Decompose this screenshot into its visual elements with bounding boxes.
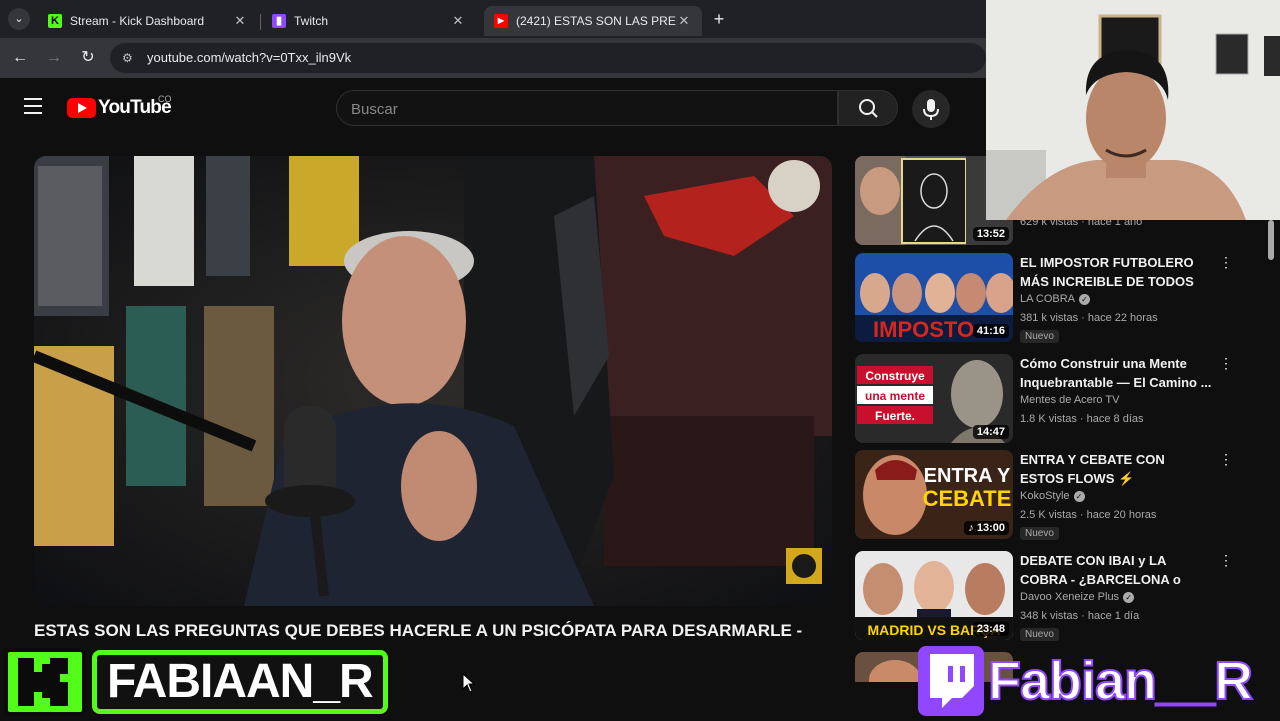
more-options-icon[interactable]: ⋮ bbox=[1219, 553, 1233, 567]
duration-badge: 14:47 bbox=[972, 425, 1009, 439]
video-frame bbox=[34, 156, 832, 606]
voice-search-button[interactable] bbox=[912, 90, 950, 128]
more-options-icon[interactable]: ⋮ bbox=[1219, 255, 1233, 269]
youtube-header: YouTube CO bbox=[0, 78, 986, 138]
country-code: CO bbox=[158, 94, 172, 104]
thumbnail-text: Construye bbox=[865, 369, 925, 383]
view-count: 348 k vistas · hace 1 día bbox=[1020, 610, 1140, 622]
thumbnail-text: IMPOSTO bbox=[873, 317, 974, 342]
browser-toolbar: ← → ↻ ⚙ youtube.com/watch?v=0Txx_iln9Vk bbox=[0, 38, 986, 78]
tab-twitch[interactable]: ▮ Twitch ✕ bbox=[262, 6, 476, 36]
recommendation-thumbnail[interactable]: IMPOSTO 41:16 bbox=[855, 253, 1013, 342]
tab-title: Stream - Kick Dashboard bbox=[70, 14, 205, 28]
kick-logo-icon bbox=[4, 648, 86, 716]
recommendation-thumbnail[interactable]: MADRID VS BARÇA 23:48 bbox=[855, 551, 1013, 640]
video-player[interactable] bbox=[34, 156, 832, 606]
microphone-icon bbox=[923, 99, 939, 120]
channel-name-text: KokoStyle bbox=[1020, 490, 1070, 502]
kick-username: FABIAAN_R bbox=[92, 650, 388, 714]
thumbnail-text: una mente bbox=[865, 389, 925, 403]
video-title: ESTAS SON LAS PREGUNTAS QUE DEBES HACERL… bbox=[34, 621, 803, 640]
kick-overlay: FABIAAN_R bbox=[0, 646, 388, 720]
webcam-image bbox=[986, 0, 1280, 220]
twitch-overlay: Fabian__R bbox=[914, 644, 1280, 720]
recommendation-item[interactable]: Construye una mente Fuerte. 14:47 Cómo C… bbox=[855, 354, 1275, 446]
tab-title: (2421) ESTAS SON LAS PREGUN bbox=[516, 14, 676, 28]
youtube-icon: ▶ bbox=[494, 14, 508, 28]
tab-separator bbox=[260, 14, 261, 30]
address-bar[interactable]: ⚙ youtube.com/watch?v=0Txx_iln9Vk bbox=[110, 43, 986, 73]
webcam-feed bbox=[986, 0, 1280, 220]
duration-badge: 41:16 bbox=[972, 324, 1009, 338]
tab-search-icon[interactable]: ⌄ bbox=[8, 8, 30, 30]
site-info-icon[interactable]: ⚙ bbox=[122, 50, 138, 66]
new-badge: Nuevo bbox=[1020, 527, 1059, 540]
channel-name[interactable]: Mentes de Acero TV bbox=[1020, 394, 1119, 406]
search-box bbox=[336, 90, 838, 126]
tab-youtube-video[interactable]: ▶ (2421) ESTAS SON LAS PREGUN ✕ bbox=[484, 6, 702, 36]
mouse-cursor-icon bbox=[462, 673, 476, 693]
recommendation-item[interactable]: IMPOSTO 41:16 EL IMPOSTOR FUTBOLERO MÁS … bbox=[855, 253, 1275, 345]
thumbnail-text: CEBATE bbox=[923, 486, 1012, 511]
more-options-icon[interactable]: ⋮ bbox=[1219, 356, 1233, 370]
more-options-icon[interactable]: ⋮ bbox=[1219, 452, 1233, 466]
twitch-glitch-icon bbox=[930, 654, 974, 708]
channel-name-text: LA COBRA bbox=[1020, 293, 1076, 305]
channel-name[interactable]: LA COBRA ✓ bbox=[1020, 293, 1091, 305]
twitch-icon: ▮ bbox=[272, 14, 286, 28]
thumbnail-text: Fuerte. bbox=[875, 409, 915, 423]
verified-icon: ✓ bbox=[1073, 490, 1085, 502]
view-count: 381 k vistas · hace 22 horas bbox=[1020, 312, 1158, 324]
tab-kick-dashboard[interactable]: K Stream - Kick Dashboard ✕ bbox=[38, 6, 258, 36]
close-icon[interactable]: ✕ bbox=[676, 13, 692, 29]
recommendation-thumbnail[interactable]: Construye una mente Fuerte. 14:47 bbox=[855, 354, 1013, 443]
duration-badge: 13:52 bbox=[972, 227, 1009, 241]
kick-icon: K bbox=[48, 14, 62, 28]
recommendation-title[interactable]: ENTRA Y CEBATE CON ESTOS FLOWS ⚡ bbox=[1020, 450, 1212, 488]
view-count: 1.8 K vistas · hace 8 días bbox=[1020, 413, 1144, 425]
recommendation-title[interactable]: Cómo Construir una Mente Inquebrantable … bbox=[1020, 354, 1212, 392]
channel-name[interactable]: Davoo Xeneize Plus ✓ bbox=[1020, 591, 1135, 603]
duration-badge: 23:48 bbox=[972, 622, 1009, 636]
recommendation-item[interactable]: MADRID VS BARÇA 23:48 DEBATE CON IBAI y … bbox=[855, 551, 1275, 643]
search-button[interactable] bbox=[838, 90, 898, 126]
address-url: youtube.com/watch?v=0Txx_iln9Vk bbox=[147, 50, 352, 65]
view-count: 2.5 K vistas · hace 20 horas bbox=[1020, 509, 1157, 521]
menu-icon[interactable] bbox=[24, 98, 42, 114]
kick-k-icon bbox=[18, 658, 68, 706]
sidebar-scrollbar[interactable] bbox=[1268, 220, 1274, 260]
verified-icon: ✓ bbox=[1123, 591, 1135, 603]
tab-title: Twitch bbox=[294, 14, 329, 28]
verified-icon: ✓ bbox=[1079, 293, 1091, 305]
browser-tab-bar: ⌄ K Stream - Kick Dashboard ✕ ▮ Twitch ✕… bbox=[0, 0, 986, 38]
reload-icon[interactable]: ↻ bbox=[78, 48, 98, 68]
channel-name[interactable]: KokoStyle ✓ bbox=[1020, 490, 1085, 502]
channel-name-text: Mentes de Acero TV bbox=[1020, 394, 1120, 406]
youtube-logo[interactable]: YouTube bbox=[67, 97, 172, 119]
new-tab-plus-icon[interactable]: + bbox=[708, 8, 730, 30]
search-input[interactable] bbox=[351, 99, 821, 119]
channel-name-text: Davoo Xeneize Plus bbox=[1020, 591, 1120, 603]
recommendation-thumbnail[interactable]: ENTRA Y CEBATE ♪ 13:00 bbox=[855, 450, 1013, 539]
forward-arrow-icon[interactable]: → bbox=[44, 48, 64, 68]
close-icon[interactable]: ✕ bbox=[450, 13, 466, 29]
recommendation-item[interactable]: ENTRA Y CEBATE ♪ 13:00 ENTRA Y CEBATE CO… bbox=[855, 450, 1275, 542]
back-arrow-icon[interactable]: ← bbox=[10, 48, 30, 68]
search-icon bbox=[859, 99, 878, 118]
recommendation-title[interactable]: EL IMPOSTOR FUTBOLERO MÁS INCREIBLE DE T… bbox=[1020, 253, 1212, 291]
recommendation-title[interactable]: DEBATE CON IBAI y LA COBRA - ¿BARCELONA … bbox=[1020, 551, 1212, 589]
thumbnail-text: ENTRA Y bbox=[924, 465, 1011, 487]
new-badge: Nuevo bbox=[1020, 628, 1059, 641]
twitch-username: Fabian__R bbox=[987, 650, 1254, 712]
youtube-play-icon bbox=[67, 98, 96, 118]
new-badge: Nuevo bbox=[1020, 330, 1059, 343]
duration-badge: ♪ 13:00 bbox=[964, 521, 1009, 535]
close-icon[interactable]: ✕ bbox=[232, 13, 248, 29]
twitch-logo-icon bbox=[918, 646, 984, 716]
